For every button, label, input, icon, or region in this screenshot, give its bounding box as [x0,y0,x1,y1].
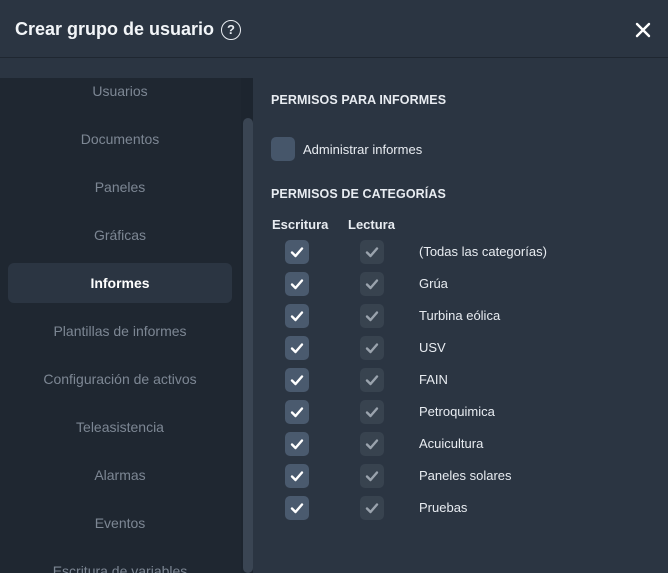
permissions-panel: PERMISOS PARA INFORMES Administrar infor… [253,78,668,573]
sidebar-item-informes[interactable]: Informes [8,263,232,303]
sidebar-item-eventos[interactable]: Eventos [8,503,232,543]
category-label: Grúa [419,276,448,291]
sidebar-item-plantillas-de-informes[interactable]: Plantillas de informes [8,311,232,351]
category-label: Turbina eólica [419,308,501,323]
admin-reports-label: Administrar informes [303,142,423,157]
write-permission-checkbox[interactable] [285,400,309,424]
category-label: Paneles solares [419,468,512,483]
read-permission-checkbox[interactable] [360,336,384,360]
dialog-header: Crear grupo de usuario ? [0,0,668,58]
question-circle-icon[interactable]: ? [221,20,241,40]
write-permission-checkbox[interactable] [285,304,309,328]
category-row: Pruebas [253,496,668,520]
write-permission-checkbox[interactable] [285,240,309,264]
read-permission-checkbox[interactable] [360,240,384,264]
write-permission-checkbox[interactable] [285,272,309,296]
category-row: Acuicultura [253,432,668,456]
read-permission-checkbox[interactable] [360,400,384,424]
category-label: Petroquimica [419,404,495,419]
category-row: Petroquimica [253,400,668,424]
category-row: Turbina eólica [253,304,668,328]
sidebar-nav: Usuarios Documentos Paneles Gráficas Informe… [0,78,241,573]
reports-permissions-title: PERMISOS PARA INFORMES [271,93,447,107]
sidebar-item-documentos[interactable]: Documentos [8,119,232,159]
read-permission-checkbox[interactable] [360,432,384,456]
category-label: Acuicultura [419,436,484,451]
close-icon[interactable] [632,19,654,41]
dialog-title: Crear grupo de usuario [15,19,215,39]
write-permission-checkbox[interactable] [285,464,309,488]
sidebar-scrollbar-thumb[interactable] [243,118,253,573]
category-row: Paneles solares [253,464,668,488]
category-row: USV [253,336,668,360]
read-permission-checkbox[interactable] [360,464,384,488]
category-label: FAIN [419,372,448,387]
read-permission-checkbox[interactable] [360,368,384,392]
sidebar-item-configuración-de-activos[interactable]: Configuración de activos [8,359,232,399]
sidebar-item-paneles[interactable]: Paneles [8,167,232,207]
read-permission-checkbox[interactable] [360,496,384,520]
category-row: Grúa [253,272,668,296]
category-row: (Todas las categorías) [253,240,668,264]
write-permission-checkbox[interactable] [285,336,309,360]
category-label: Pruebas [419,500,468,515]
column-header-read: Lectura [348,217,395,232]
admin-reports-checkbox[interactable] [271,137,295,161]
sidebar-item-gráficas[interactable]: Gráficas [8,215,232,255]
sidebar-item-usuarios[interactable]: Usuarios [8,78,232,111]
read-permission-checkbox[interactable] [360,272,384,296]
category-row: FAIN [253,368,668,392]
read-permission-checkbox[interactable] [360,304,384,328]
column-header-write: Escritura [272,217,329,232]
sidebar-item-teleasistencia[interactable]: Teleasistencia [8,407,232,447]
category-label: USV [419,340,446,355]
sidebar-item-escritura-de-variables[interactable]: Escritura de variables [8,551,232,573]
create-user-group-dialog: Crear grupo de usuario ? Usuarios Documen… [0,0,668,573]
sidebar-item-alarmas[interactable]: Alarmas [8,455,232,495]
write-permission-checkbox[interactable] [285,496,309,520]
category-label: (Todas las categorías) [419,244,547,259]
category-permissions-title: PERMISOS DE CATEGORÍAS [271,187,446,201]
write-permission-checkbox[interactable] [285,432,309,456]
write-permission-checkbox[interactable] [285,368,309,392]
